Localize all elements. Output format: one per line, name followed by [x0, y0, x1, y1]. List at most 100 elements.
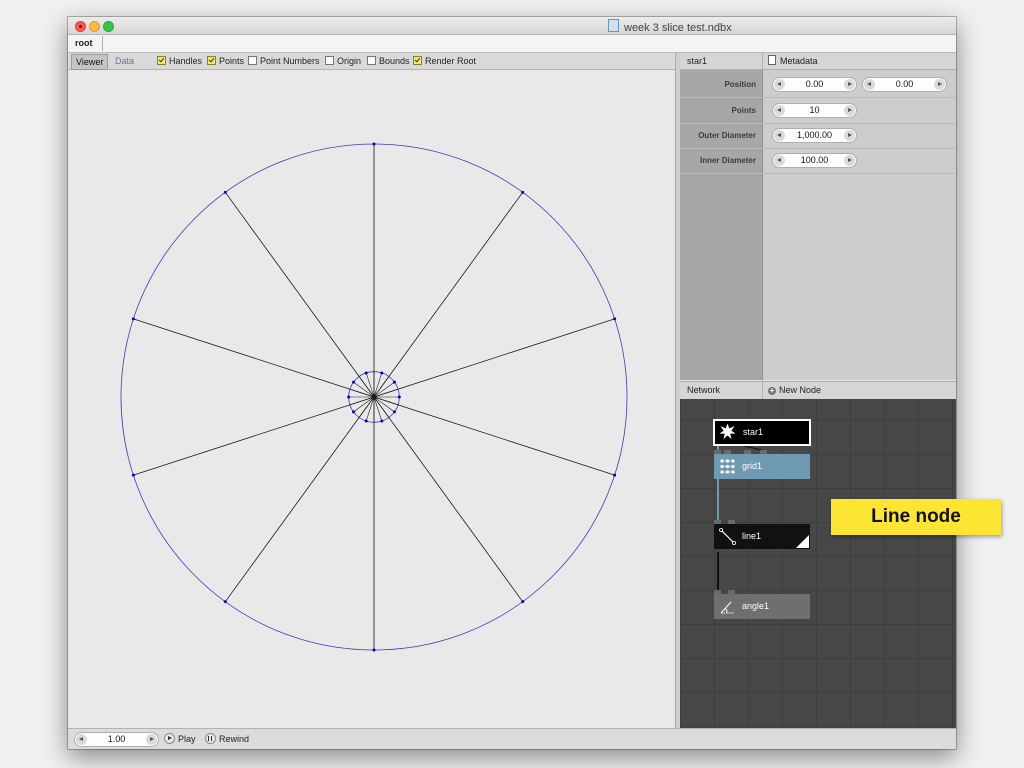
star-point: [613, 473, 617, 477]
star-point: [380, 419, 384, 423]
option-point-numbers[interactable]: Point Numbers: [248, 53, 320, 69]
close-icon: [79, 25, 82, 28]
handles-label: Handles: [169, 56, 203, 66]
node-angle1[interactable]: angle1: [714, 590, 810, 619]
increment-icon[interactable]: [844, 130, 855, 141]
plus-icon: +: [768, 386, 776, 395]
star-spoke: [224, 192, 375, 398]
star-point: [372, 142, 376, 146]
increment-icon[interactable]: [934, 79, 945, 90]
parameter-panel: Position 0.00 0.00 Points 10 Outer Diame…: [680, 70, 956, 380]
window-title-text: week 3 slice test.ndbx: [624, 22, 732, 34]
inner-spoke: [373, 396, 390, 418]
decrement-icon[interactable]: [774, 130, 785, 141]
network-editor[interactable]: star1 grid1 line1 angle1: [680, 399, 956, 729]
points-label: Points: [219, 56, 245, 66]
star-point: [223, 190, 227, 194]
inner-spoke: [358, 376, 375, 398]
inner-spoke: [358, 396, 375, 418]
node-grid1[interactable]: grid1: [714, 450, 810, 479]
close-window-button[interactable]: [75, 21, 86, 32]
option-render-root[interactable]: Render Root: [413, 53, 476, 69]
origin-checkbox[interactable]: [325, 56, 334, 65]
param-label-inner-diameter: Inner Diameter: [699, 156, 756, 165]
new-node-button[interactable]: + New Node: [768, 382, 821, 399]
node-label-star1: star1: [743, 427, 764, 437]
position-y-stepper[interactable]: 0.00: [862, 77, 947, 92]
star-point: [131, 317, 135, 321]
points-checkbox[interactable]: [207, 56, 216, 65]
rewind-icon: [205, 733, 216, 744]
star-spoke: [133, 396, 375, 476]
inner-spoke: [353, 381, 375, 398]
outer-diameter-stepper[interactable]: 1,000.00: [772, 128, 857, 143]
decrement-icon[interactable]: [774, 155, 785, 166]
point-numbers-checkbox[interactable]: [248, 56, 257, 65]
increment-icon[interactable]: [844, 155, 855, 166]
increment-icon[interactable]: [146, 734, 157, 745]
network-header-divider: [762, 382, 763, 399]
star-spoke: [373, 396, 524, 602]
input-port[interactable]: [714, 520, 721, 524]
decrement-icon[interactable]: [76, 734, 87, 745]
tab-data[interactable]: Data: [111, 54, 138, 68]
star-point: [521, 600, 525, 604]
star-point: [352, 410, 356, 414]
inner-spoke: [373, 388, 399, 398]
star-spoke: [373, 318, 615, 398]
app-window: week 3 slice test.ndbx root Viewer Data …: [68, 17, 956, 749]
increment-icon[interactable]: [844, 79, 855, 90]
play-icon: [164, 733, 175, 744]
play-button[interactable]: Play: [164, 733, 196, 746]
param-row-position: Position 0.00 0.00: [680, 72, 956, 98]
frame-stepper[interactable]: 1.00: [74, 732, 159, 747]
input-port[interactable]: [728, 520, 735, 524]
zoom-window-button[interactable]: [103, 21, 114, 32]
increment-icon[interactable]: [844, 105, 855, 116]
input-port[interactable]: [714, 450, 721, 454]
param-label-points: Points: [731, 106, 756, 115]
points-stepper[interactable]: 10: [772, 103, 857, 118]
decrement-icon[interactable]: [864, 79, 875, 90]
decrement-icon[interactable]: [774, 105, 785, 116]
input-port[interactable]: [728, 590, 735, 594]
metadata-label: Metadata: [780, 56, 818, 66]
handles-checkbox[interactable]: [157, 56, 166, 65]
tab-viewer[interactable]: Viewer: [71, 54, 109, 70]
option-handles[interactable]: Handles: [157, 53, 202, 69]
inner-diameter-stepper[interactable]: 100.00: [772, 153, 857, 168]
metadata-icon: [768, 55, 776, 65]
metadata-button[interactable]: Metadata: [768, 53, 818, 69]
inspector-header: star1 Metadata: [680, 53, 956, 70]
bounds-checkbox[interactable]: [367, 56, 376, 65]
node-line1[interactable]: line1: [714, 520, 810, 549]
star-point: [223, 600, 227, 604]
render-root-label: Render Root: [425, 56, 477, 66]
rewind-button[interactable]: Rewind: [205, 733, 249, 746]
line-icon: [719, 528, 736, 545]
option-bounds[interactable]: Bounds: [367, 53, 410, 69]
line-node-callout: Line node: [831, 499, 1001, 535]
position-x-stepper[interactable]: 0.00: [772, 77, 857, 92]
viewer-toolbar: Viewer Data Handles Points Point Numbers…: [68, 53, 676, 70]
inner-spoke: [373, 372, 383, 398]
option-points[interactable]: Points: [207, 53, 244, 69]
node-connections: [717, 444, 767, 592]
decrement-icon[interactable]: [774, 79, 785, 90]
document-icon: [608, 19, 619, 32]
star-icon: [719, 423, 736, 439]
breadcrumb-item-root[interactable]: root: [70, 36, 103, 51]
inner-spoke: [373, 396, 399, 406]
star-point: [392, 410, 396, 414]
param-label-position: Position: [724, 80, 756, 89]
input-port[interactable]: [714, 590, 721, 594]
rewind-label: Rewind: [219, 734, 250, 744]
minimize-window-button[interactable]: [89, 21, 100, 32]
render-root-checkbox[interactable]: [413, 56, 422, 65]
network-header: Network + New Node: [680, 381, 956, 400]
viewer-canvas[interactable]: [68, 70, 676, 728]
option-origin[interactable]: Origin: [325, 53, 361, 69]
node-star1[interactable]: star1: [713, 419, 811, 446]
input-port[interactable]: [724, 450, 731, 454]
inner-spoke: [373, 396, 383, 422]
